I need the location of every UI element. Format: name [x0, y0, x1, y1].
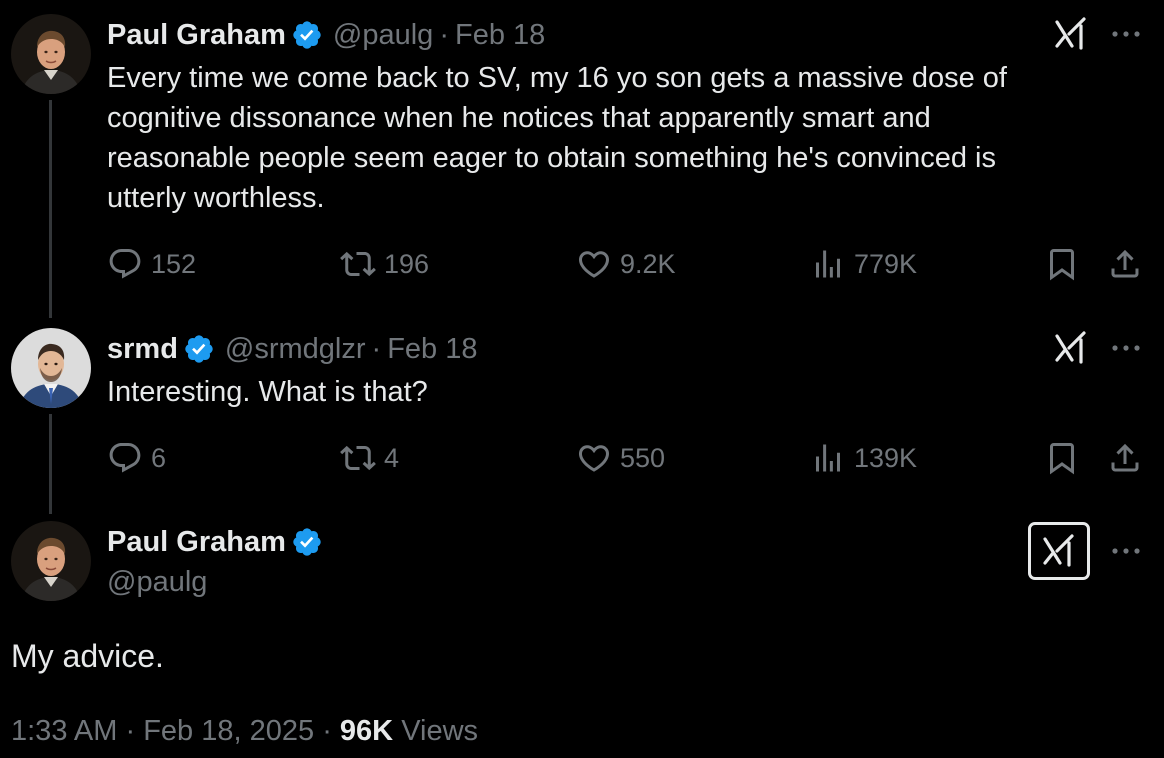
tweet-actions: 6 4 550 139K [107, 438, 1164, 478]
views-icon [810, 246, 846, 282]
separator: · [371, 333, 382, 365]
reply-count: 6 [151, 442, 167, 473]
reply-icon [107, 246, 143, 282]
tweet-time[interactable]: 1:33 AM [11, 715, 117, 747]
bookmark-button[interactable] [1044, 244, 1080, 284]
like-count: 9.2K [620, 248, 676, 279]
avatar[interactable] [11, 328, 91, 408]
repost-icon [340, 440, 376, 476]
views-button[interactable]: 139K [810, 438, 917, 478]
author-name[interactable]: srmd [107, 332, 178, 366]
tweet-text: My advice. [11, 638, 164, 674]
thread-line [49, 414, 52, 514]
tweet-date[interactable]: Feb 18, 2025 [143, 715, 314, 747]
heart-icon [576, 440, 612, 476]
verified-badge-icon [291, 526, 323, 558]
author-name[interactable]: Paul Graham [107, 525, 286, 559]
like-button[interactable]: 9.2K [576, 244, 676, 284]
author-handle[interactable]: @srmdglzr [225, 332, 366, 366]
tweet-text-line: Interesting. What is that? [107, 376, 428, 408]
views-button[interactable]: 779K [810, 244, 917, 284]
more-icon[interactable] [1110, 28, 1142, 40]
repost-button[interactable]: 4 [340, 438, 399, 478]
repost-count: 196 [384, 248, 430, 279]
author-name[interactable]: Paul Graham [107, 18, 286, 52]
thread-line [49, 100, 52, 318]
tweet-date[interactable]: Feb 18 [455, 18, 545, 52]
tweet-text: Every time we come back to SV, my 16 yo … [107, 58, 1107, 218]
views-count: 779K [854, 248, 918, 279]
share-button[interactable] [1107, 438, 1143, 478]
bookmark-icon [1044, 246, 1080, 282]
avatar[interactable] [11, 521, 91, 601]
reply-count: 152 [151, 248, 197, 279]
tweet-header: Paul Graham [107, 525, 323, 559]
separator: · [439, 19, 449, 51]
tweet-text-line: Every time we come back to SV, my 16 yo … [107, 62, 1007, 94]
views-count: 96K [339, 715, 394, 747]
separator: · [322, 715, 332, 747]
separator: · [125, 715, 136, 747]
avatar[interactable] [11, 14, 91, 94]
author-handle[interactable]: @paulg [333, 18, 433, 52]
tweet-meta: 1:33 AM · Feb 18, 2025 · 96K Views [11, 713, 478, 749]
views-label: Views [401, 715, 479, 747]
more-icon[interactable] [1110, 545, 1142, 557]
share-icon [1107, 440, 1143, 476]
author-handle[interactable]: @paulg [107, 562, 207, 602]
reply-icon [107, 440, 143, 476]
grok-icon[interactable] [1051, 14, 1091, 54]
tweet-text-line: utterly worthless. [107, 182, 325, 214]
grok-icon[interactable] [1051, 328, 1091, 368]
bookmark-button[interactable] [1044, 438, 1080, 478]
verified-badge-icon [183, 333, 215, 365]
reply-button[interactable]: 6 [107, 438, 166, 478]
verified-badge-icon [291, 19, 323, 51]
like-button[interactable]: 550 [576, 438, 665, 478]
tweet-text: Interesting. What is that? [107, 372, 1107, 412]
tweet-actions: 152 196 9.2K 779K [107, 244, 1164, 284]
tweet-header: srmd @srmdglzr · Feb 18 [107, 332, 478, 366]
views-count: 139K [854, 442, 918, 473]
share-button[interactable] [1107, 244, 1143, 284]
views-icon [810, 440, 846, 476]
like-count: 550 [620, 442, 666, 473]
tweet-text-line: cognitive dissonance when he notices tha… [107, 102, 931, 134]
tweet-header: Paul Graham @paulg · Feb 18 [107, 18, 545, 52]
reply-button[interactable]: 152 [107, 244, 196, 284]
bookmark-icon [1044, 440, 1080, 476]
tweet-date[interactable]: Feb 18 [387, 332, 477, 366]
repost-icon [340, 246, 376, 282]
grok-icon [1039, 531, 1079, 571]
repost-button[interactable]: 196 [340, 244, 429, 284]
heart-icon [576, 246, 612, 282]
more-icon[interactable] [1110, 342, 1142, 354]
tweet-thread: Paul Graham @paulg · Feb 18 Every time w… [0, 0, 1164, 758]
grok-button[interactable] [1028, 522, 1090, 580]
tweet-text-line: reasonable people seem eager to obtain s… [107, 142, 997, 174]
share-icon [1107, 246, 1143, 282]
repost-count: 4 [384, 442, 400, 473]
